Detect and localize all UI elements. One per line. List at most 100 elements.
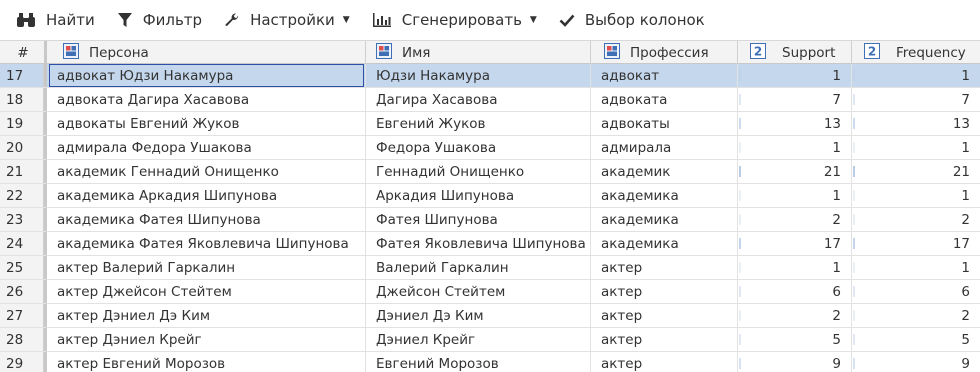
name-cell[interactable]: Дэниел Дэ Ким — [366, 304, 591, 327]
support-cell[interactable]: 6 — [738, 280, 852, 303]
generate-dropdown[interactable]: Сгенерировать ▼ — [372, 11, 537, 29]
row-number-cell[interactable]: 19 — [0, 112, 44, 135]
row-number-cell[interactable]: 26 — [0, 280, 44, 303]
table-row[interactable]: 20 адмирала Федора Ушакова Федора Ушакова а… — [0, 136, 980, 160]
name-cell[interactable]: Валерий Гаркалин — [366, 256, 591, 279]
table-row[interactable]: 17 адвокат Юдзи Накамура Юдзи Накамура адво… — [0, 64, 980, 88]
frequency-cell[interactable]: 5 — [852, 328, 980, 351]
frequency-cell[interactable]: 7 — [852, 88, 980, 111]
header-name[interactable]: Имя — [366, 41, 591, 64]
row-number-cell[interactable]: 18 — [0, 88, 44, 111]
persona-cell[interactable]: актер Дэниел Дэ Ким — [47, 304, 366, 327]
name-cell[interactable]: Фатея Шипунова — [366, 208, 591, 231]
support-cell[interactable]: 2 — [738, 208, 852, 231]
persona-cell[interactable]: актер Джейсон Стейтем — [47, 280, 366, 303]
frequency-cell[interactable]: 21 — [852, 160, 980, 183]
frequency-cell[interactable]: 9 — [852, 352, 980, 372]
support-cell[interactable]: 17 — [738, 232, 852, 255]
profession-cell[interactable]: академика — [591, 232, 738, 255]
table-row[interactable]: 27 актер Дэниел Дэ Ким Дэниел Дэ Ким актер 2… — [0, 304, 980, 328]
name-cell[interactable]: Дагира Хасавова — [366, 88, 591, 111]
row-number-cell[interactable]: 20 — [0, 136, 44, 159]
name-cell[interactable]: Евгений Жуков — [366, 112, 591, 135]
row-number-cell[interactable]: 17 — [0, 64, 44, 87]
frequency-cell[interactable]: 6 — [852, 280, 980, 303]
table-row[interactable]: 24 академика Фатея Яковлевича Шипунова Фат… — [0, 232, 980, 256]
profession-cell[interactable]: адвоката — [591, 88, 738, 111]
table-row[interactable]: 22 академика Аркадия Шипунова Аркадия Шипу… — [0, 184, 980, 208]
header-rownum[interactable]: # — [0, 41, 47, 64]
persona-cell[interactable]: актер Валерий Гаркалин — [47, 256, 366, 279]
row-number-cell[interactable]: 23 — [0, 208, 44, 231]
support-cell[interactable]: 1 — [738, 64, 852, 87]
find-button[interactable]: Найти — [16, 11, 95, 29]
row-number-cell[interactable]: 22 — [0, 184, 44, 207]
profession-cell[interactable]: актер — [591, 304, 738, 327]
header-frequency[interactable]: 2 Frequency — [852, 41, 980, 64]
filter-button[interactable]: Фильтр — [117, 11, 202, 29]
persona-cell[interactable]: адвокат Юдзи Накамура — [47, 64, 366, 87]
name-cell[interactable]: Евгений Морозов — [366, 352, 591, 372]
support-cell[interactable]: 1 — [738, 184, 852, 207]
row-number-cell[interactable]: 27 — [0, 304, 44, 327]
profession-cell[interactable]: актер — [591, 256, 738, 279]
persona-cell[interactable]: актер Дэниел Крейг — [47, 328, 366, 351]
table-row[interactable]: 26 актер Джейсон Стейтем Джейсон Стейтем ак… — [0, 280, 980, 304]
support-cell[interactable]: 1 — [738, 136, 852, 159]
header-persona[interactable]: Персона — [47, 41, 366, 64]
profession-cell[interactable]: актер — [591, 352, 738, 372]
profession-cell[interactable]: актер — [591, 280, 738, 303]
support-cell[interactable]: 7 — [738, 88, 852, 111]
header-support[interactable]: 2 Support — [738, 41, 852, 64]
row-number-cell[interactable]: 21 — [0, 160, 44, 183]
support-cell[interactable]: 21 — [738, 160, 852, 183]
column-chooser-button[interactable]: Выбор колонок — [559, 11, 705, 29]
table-row[interactable]: 18 адвоката Дагира Хасавова Дагира Хасавов… — [0, 88, 980, 112]
settings-dropdown[interactable]: Настройки ▼ — [224, 11, 350, 29]
row-number-cell[interactable]: 24 — [0, 232, 44, 255]
support-cell[interactable]: 1 — [738, 256, 852, 279]
persona-cell[interactable]: адмирала Федора Ушакова — [47, 136, 366, 159]
profession-cell[interactable]: академик — [591, 160, 738, 183]
persona-cell[interactable]: адвокаты Евгений Жуков — [47, 112, 366, 135]
table-row[interactable]: 25 актер Валерий Гаркалин Валерий Гаркалин… — [0, 256, 980, 280]
support-cell[interactable]: 9 — [738, 352, 852, 372]
row-number-cell[interactable]: 25 — [0, 256, 44, 279]
table-row[interactable]: 23 академика Фатея Шипунова Фатея Шипунова… — [0, 208, 980, 232]
table-row[interactable]: 28 актер Дэниел Крейг Дэниел Крейг актер 5 5 — [0, 328, 980, 352]
profession-cell[interactable]: адвокат — [591, 64, 738, 87]
name-cell[interactable]: Дэниел Крейг — [366, 328, 591, 351]
profession-cell[interactable]: актер — [591, 328, 738, 351]
frequency-cell[interactable]: 2 — [852, 304, 980, 327]
support-cell[interactable]: 2 — [738, 304, 852, 327]
profession-cell[interactable]: адмирала — [591, 136, 738, 159]
table-row[interactable]: 19 адвокаты Евгений Жуков Евгений Жуков адв… — [0, 112, 980, 136]
persona-cell[interactable]: академик Геннадий Онищенко — [47, 160, 366, 183]
header-profession[interactable]: Профессия — [591, 41, 738, 64]
profession-cell[interactable]: академика — [591, 208, 738, 231]
table-row[interactable]: 29 актер Евгений Морозов Евгений Морозов ак… — [0, 352, 980, 372]
persona-cell[interactable]: академика Фатея Шипунова — [47, 208, 366, 231]
frequency-cell[interactable]: 1 — [852, 136, 980, 159]
frequency-cell[interactable]: 1 — [852, 184, 980, 207]
support-cell[interactable]: 13 — [738, 112, 852, 135]
row-number-cell[interactable]: 28 — [0, 328, 44, 351]
profession-cell[interactable]: адвокаты — [591, 112, 738, 135]
persona-cell[interactable]: академика Аркадия Шипунова — [47, 184, 366, 207]
frequency-cell[interactable]: 17 — [852, 232, 980, 255]
persona-cell[interactable]: адвоката Дагира Хасавова — [47, 88, 366, 111]
table-row[interactable]: 21 академик Геннадий Онищенко Геннадий Они… — [0, 160, 980, 184]
frequency-cell[interactable]: 1 — [852, 64, 980, 87]
frequency-cell[interactable]: 13 — [852, 112, 980, 135]
frequency-cell[interactable]: 2 — [852, 208, 980, 231]
name-cell[interactable]: Фатея Яковлевича Шипунова — [366, 232, 591, 255]
name-cell[interactable]: Юдзи Накамура — [366, 64, 591, 87]
name-cell[interactable]: Джейсон Стейтем — [366, 280, 591, 303]
frequency-cell[interactable]: 1 — [852, 256, 980, 279]
name-cell[interactable]: Федора Ушакова — [366, 136, 591, 159]
support-cell[interactable]: 5 — [738, 328, 852, 351]
persona-cell[interactable]: актер Евгений Морозов — [47, 352, 366, 372]
name-cell[interactable]: Аркадия Шипунова — [366, 184, 591, 207]
profession-cell[interactable]: академика — [591, 184, 738, 207]
row-number-cell[interactable]: 29 — [0, 352, 44, 372]
